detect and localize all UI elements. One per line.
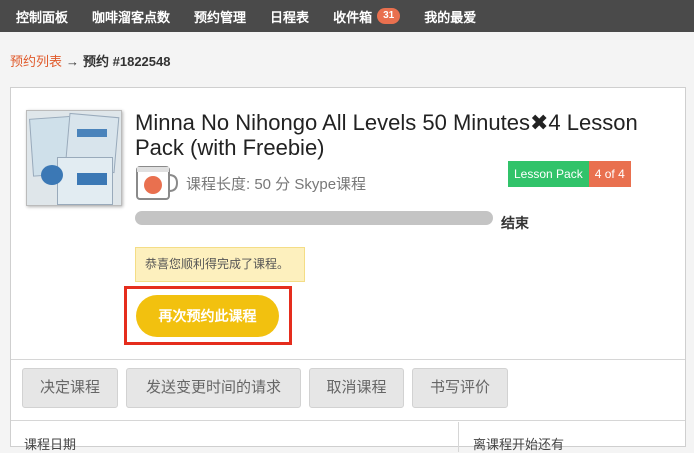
write-review-button[interactable]: 书写评价 [412, 368, 508, 408]
breadcrumb-separator: → [66, 54, 80, 69]
top-navigation: 控制面板 咖啡溜客点数 预约管理 日程表 收件箱 31 我的最爱 [0, 0, 694, 32]
nav-schedule-label: 日程表 [270, 9, 310, 25]
nav-dashboard-label: 控制面板 [16, 9, 69, 25]
nav-booking-management-label: 预约管理 [194, 9, 247, 25]
pack-label: Lesson Pack [508, 161, 589, 187]
lesson-title[interactable]: Minna No Nihongo All Levels 50 Minutes✖4… [135, 110, 665, 160]
coffee-cup-icon [136, 166, 179, 200]
nav-favorites[interactable]: 我的最爱 [424, 7, 476, 26]
lesson-progress-fill [135, 211, 493, 225]
lesson-date-header: 课程日期 [24, 437, 77, 452]
pack-count: 4 of 4 [588, 161, 631, 187]
nav-points-label: 咖啡溜客点数 [92, 9, 171, 25]
lesson-pack-badge: Lesson Pack 4 of 4 [508, 161, 631, 187]
breadcrumb-current: 预约 #1822548 [83, 54, 171, 69]
nav-booking-management[interactable]: 预约管理 [194, 7, 246, 26]
breadcrumb: 预约列表 → 预约 #1822548 [10, 51, 170, 70]
lesson-card: Minna No Nihongo All Levels 50 Minutes✖4… [10, 87, 686, 452]
lesson-progress-bar [135, 211, 493, 225]
nav-dashboard[interactable]: 控制面板 [16, 7, 68, 26]
nav-inbox[interactable]: 收件箱 31 [333, 7, 401, 26]
nav-favorites-label: 我的最爱 [424, 9, 477, 25]
breadcrumb-booking-list-link[interactable]: 预约列表 [10, 54, 62, 69]
table-divider [458, 422, 459, 452]
cancel-lesson-button[interactable]: 取消课程 [309, 368, 404, 408]
book-cover-image [26, 110, 122, 206]
lesson-duration: 课程长度: 50 分 Skype课程 [186, 176, 367, 193]
rebook-lesson-button[interactable]: 再次预约此课程 [136, 295, 279, 337]
lesson-actions: 决定课程 发送变更时间的请求 取消课程 书写评价 [11, 359, 685, 421]
progress-status: 结束 [501, 215, 529, 231]
confirm-lesson-button[interactable]: 决定课程 [22, 368, 118, 408]
reschedule-request-button[interactable]: 发送变更时间的请求 [126, 368, 301, 408]
time-until-start-header: 离课程开始还有 [473, 437, 565, 452]
nav-schedule[interactable]: 日程表 [270, 7, 309, 26]
inbox-count-badge: 31 [377, 8, 401, 24]
nav-inbox-label: 收件箱 [333, 9, 373, 25]
completion-notice: 恭喜您顺利得完成了课程。 [135, 247, 305, 282]
nav-points[interactable]: 咖啡溜客点数 [92, 7, 170, 26]
